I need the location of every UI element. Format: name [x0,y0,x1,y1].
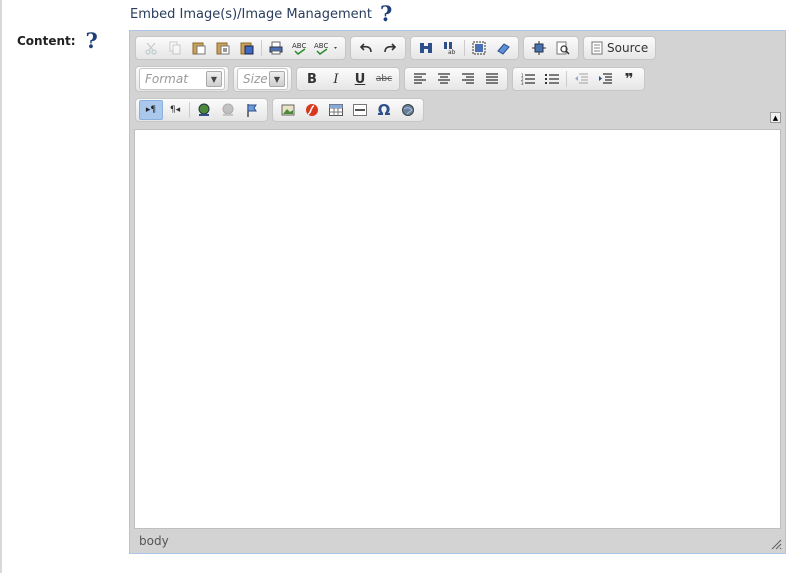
source-group: Source [583,36,657,60]
paste-text-icon[interactable] [211,38,235,58]
format-select[interactable]: Format ▼ [139,68,225,90]
maximize-icon[interactable] [527,38,551,58]
undo-icon[interactable] [354,38,378,58]
select-all-icon[interactable] [467,38,491,58]
paste-word-icon[interactable] [235,38,259,58]
size-combo-wrap: Size ▼ [233,66,292,92]
copy-icon[interactable] [163,38,187,58]
find-icon[interactable] [414,38,438,58]
anchor-flag-icon[interactable] [240,100,264,120]
spellcheck-icon[interactable]: ABC [288,38,312,58]
cut-icon[interactable] [139,38,163,58]
toolbar-row-2: Format ▼ Size ▼ B I U abc 1 2 3 ❞ [135,66,645,92]
underline-icon[interactable]: U [348,69,372,89]
blockquote-icon[interactable]: ❞ [617,69,641,89]
align-left-icon[interactable] [408,69,432,89]
print-icon[interactable] [264,38,288,58]
remove-format-icon[interactable] [491,38,515,58]
resize-grip-icon[interactable] [770,538,782,550]
flash-icon[interactable] [300,100,324,120]
toolbar-separator [261,40,262,56]
spellcheck-as-you-type-icon[interactable]: ABC [312,38,342,58]
toolbar-separator [189,102,190,118]
link-icon[interactable] [192,100,216,120]
clipboard-group: ABC ABC [135,36,346,60]
text-direction-ltr-icon[interactable]: ▸¶ [139,100,163,120]
embed-image-row: Embed Image(s)/Image Management ? [130,3,392,24]
editor-content-area[interactable] [134,129,781,529]
list-group: 123 ❞ [512,67,645,91]
align-justify-icon[interactable] [480,69,504,89]
bold-icon[interactable]: B [300,69,324,89]
paste-icon[interactable] [187,38,211,58]
image-icon[interactable] [276,100,300,120]
basic-styles-group: B I U abc [296,67,400,91]
horizontal-rule-icon[interactable] [348,100,372,120]
toolbar-separator [464,40,465,56]
bidi-link-group: ▸¶ ¶◂ [135,98,268,122]
align-center-icon[interactable] [432,69,456,89]
element-path-body[interactable]: body [139,534,169,548]
table-icon[interactable] [324,100,348,120]
find-group: ab [410,36,519,60]
numbered-list-icon[interactable]: 123 [516,69,540,89]
strikethrough-icon[interactable]: abc [372,69,396,89]
size-select[interactable]: Size ▼ [237,68,288,90]
unlink-icon[interactable] [216,100,240,120]
style-combos: Format ▼ [135,66,229,92]
rich-text-editor: ABC ABC ab Source Format ▼ Size ▼ B I U … [129,30,786,554]
content-help-icon[interactable]: ? [86,30,98,51]
page-left-border [0,0,2,573]
editor-status-bar: body [130,529,785,553]
content-field-label: Content: ? [17,30,98,51]
outdent-icon[interactable] [569,69,593,89]
bulleted-list-icon[interactable] [540,69,564,89]
indent-icon[interactable] [593,69,617,89]
preview-icon[interactable] [551,38,575,58]
embed-image-link[interactable]: Embed Image(s)/Image Management [130,7,372,22]
svg-text:ab: ab [448,49,456,55]
content-label-text: Content: [17,34,76,48]
size-placeholder: Size [243,72,268,86]
special-char-icon[interactable]: Ω [372,100,396,120]
undo-group [350,36,406,60]
toolbar-row-3: ▸¶ ¶◂ Ω [135,97,424,123]
redo-icon[interactable] [378,38,402,58]
source-label: Source [607,41,649,55]
align-group [404,67,508,91]
chevron-down-icon[interactable]: ▼ [206,71,222,87]
italic-icon[interactable]: I [324,69,348,89]
chevron-down-icon[interactable]: ▼ [269,71,285,87]
source-icon [591,41,603,55]
format-placeholder: Format [145,72,188,86]
replace-icon[interactable]: ab [438,38,462,58]
align-right-icon[interactable] [456,69,480,89]
toolbar-row-1: ABC ABC ab Source [135,35,657,61]
toolbar-separator [566,71,567,87]
collapse-toolbar-button[interactable]: ▲ [770,112,781,123]
view-group [523,36,579,60]
iframe-globe-icon[interactable] [396,100,420,120]
insert-group: Ω [272,98,424,122]
svg-text:3: 3 [521,81,524,85]
text-direction-rtl-icon[interactable]: ¶◂ [163,100,187,120]
source-button[interactable]: Source [587,41,652,55]
embed-help-icon[interactable]: ? [380,3,392,24]
